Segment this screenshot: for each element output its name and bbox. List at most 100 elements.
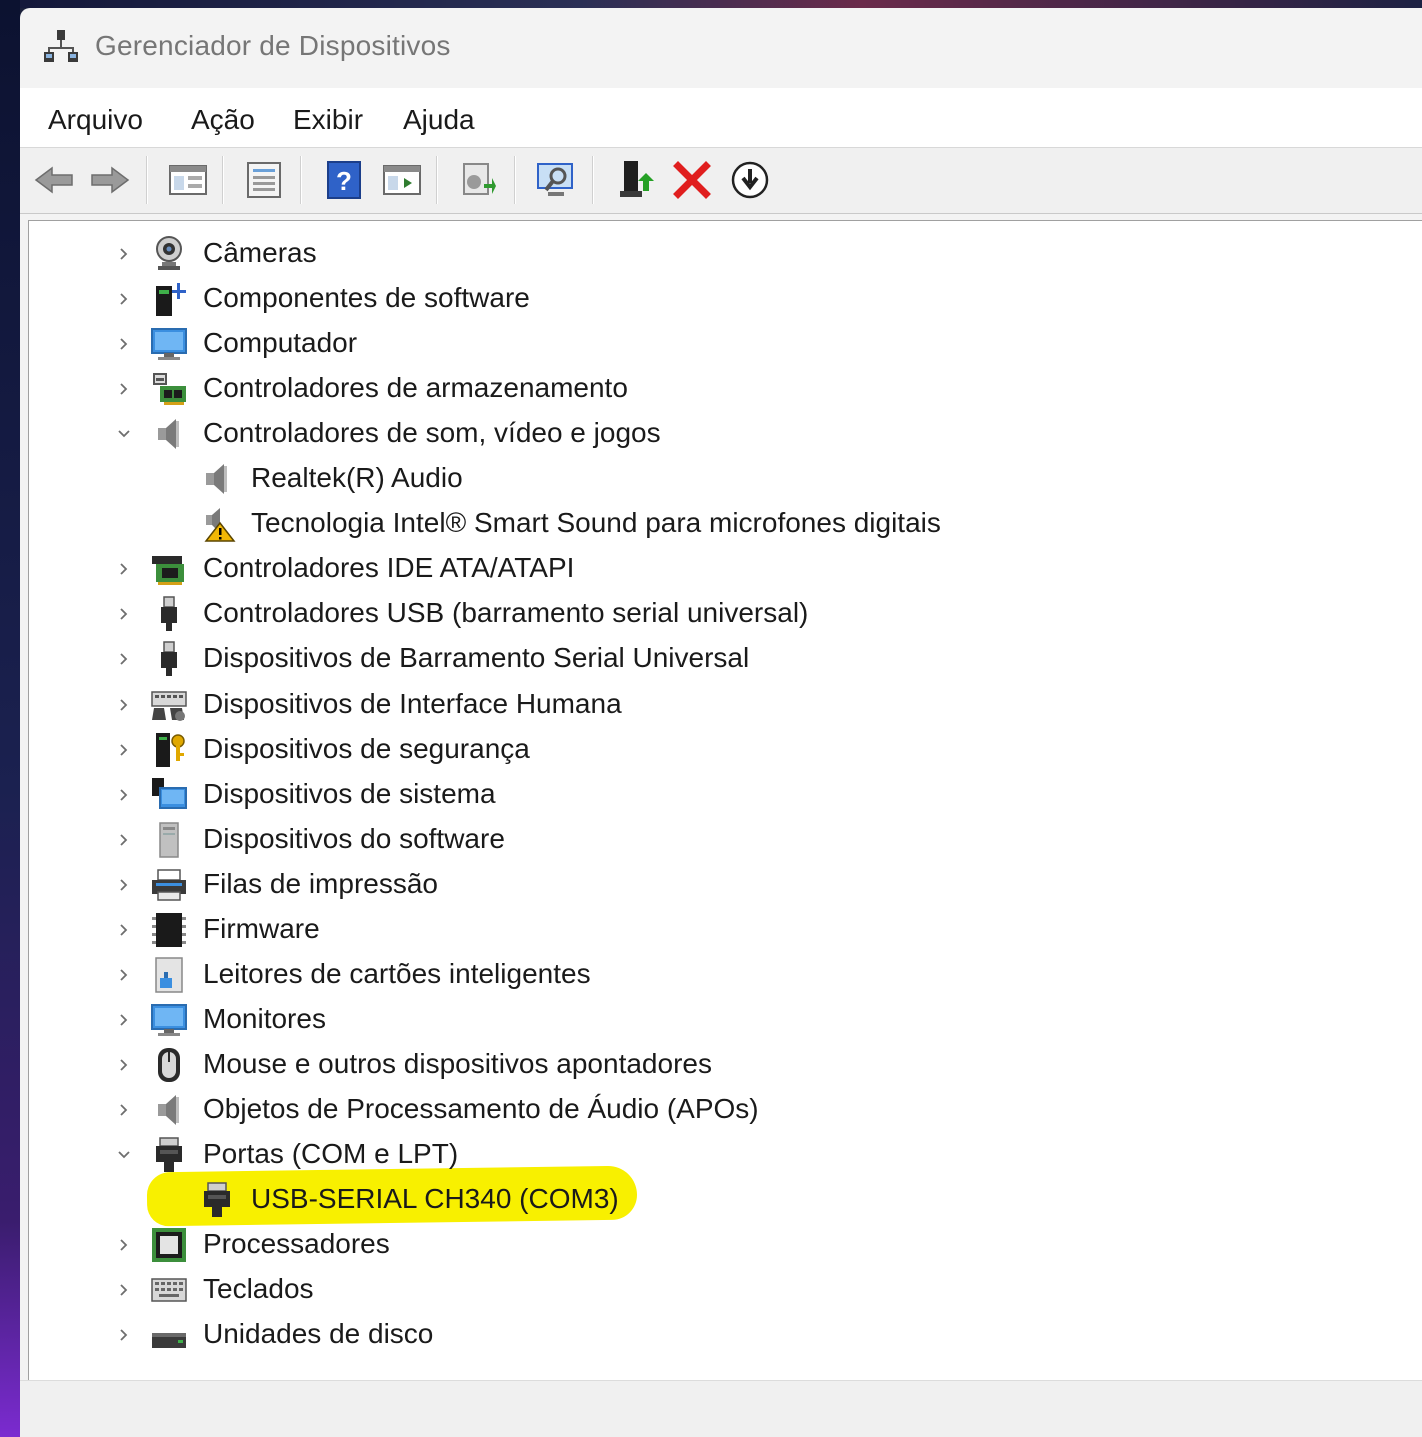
menu-arquivo[interactable]: Arquivo <box>42 102 149 138</box>
title-bar[interactable]: Gerenciador de Dispositivos <box>20 8 1422 86</box>
tree-item-label: USB-SERIAL CH340 (COM3) <box>251 1183 619 1214</box>
chevron-right-icon[interactable] <box>114 1280 134 1300</box>
tree-item-label: Controladores USB (barramento serial uni… <box>203 597 809 628</box>
view-panel-icon[interactable] <box>380 158 424 202</box>
tree-category-item[interactable]: Dispositivos do software <box>29 818 1409 862</box>
window-title: Gerenciador de Dispositivos <box>95 30 451 61</box>
chevron-right-icon[interactable] <box>114 1235 134 1255</box>
monitor-icon <box>150 325 188 363</box>
back-arrow-icon[interactable] <box>32 158 76 202</box>
tree-item-label: Controladores de armazenamento <box>203 372 628 403</box>
properties-sheet-icon[interactable] <box>242 158 286 202</box>
tree-device-item[interactable]: Realtek(R) Audio <box>29 457 1409 501</box>
tree-device-item[interactable]: Tecnologia Intel® Smart Sound para micro… <box>29 502 1409 546</box>
storage-controller-icon <box>150 370 188 408</box>
update-driver-icon[interactable] <box>456 158 500 202</box>
tree-category-item[interactable]: Filas de impressão <box>29 863 1409 907</box>
tree-category-item[interactable]: Dispositivos de sistema <box>29 773 1409 817</box>
chevron-right-icon[interactable] <box>114 740 134 760</box>
tree-category-item[interactable]: Leitores de cartões inteligentes <box>29 953 1409 997</box>
speaker-warning-icon <box>198 505 236 543</box>
chevron-right-icon[interactable] <box>114 334 134 354</box>
chevron-right-icon[interactable] <box>114 649 134 669</box>
port-connector-icon <box>150 1136 188 1174</box>
status-bar <box>20 1380 1422 1437</box>
speaker-icon <box>150 415 188 453</box>
usb-plug-icon <box>150 595 188 633</box>
chevron-right-icon[interactable] <box>114 875 134 895</box>
tree-category-item[interactable]: Controladores USB (barramento serial uni… <box>29 592 1409 636</box>
chevron-right-icon[interactable] <box>114 785 134 805</box>
tree-category-item[interactable]: Dispositivos de Barramento Serial Univer… <box>29 637 1409 681</box>
speaker-icon <box>150 1091 188 1129</box>
chevron-right-icon[interactable] <box>114 1010 134 1030</box>
tree-item-label: Dispositivos do software <box>203 823 505 854</box>
tree-category-item[interactable]: Firmware <box>29 908 1409 952</box>
chevron-right-icon[interactable] <box>114 604 134 624</box>
toolbar: ? <box>20 148 1422 214</box>
tree-category-item[interactable]: Dispositivos de Interface Humana <box>29 683 1409 727</box>
tree-item-label: Controladores de som, vídeo e jogos <box>203 417 661 448</box>
tree-category-item[interactable]: Mouse e outros dispositivos apontadores <box>29 1043 1409 1087</box>
tree-item-label: Portas (COM e LPT) <box>203 1138 459 1169</box>
tree-item-label: Controladores IDE ATA/ATAPI <box>203 552 575 583</box>
chevron-right-icon[interactable] <box>114 1325 134 1345</box>
chevron-right-icon[interactable] <box>114 289 134 309</box>
chevron-right-icon[interactable] <box>114 559 134 579</box>
chevron-right-icon[interactable] <box>114 1055 134 1075</box>
desktop-edge-top <box>20 0 1422 8</box>
chevron-down-icon[interactable] <box>114 1145 134 1165</box>
tree-category-item[interactable]: Computador <box>29 322 1409 366</box>
tree-category-item[interactable]: Unidades de disco <box>29 1313 1409 1357</box>
tree-category-item[interactable]: Dispositivos de segurança <box>29 728 1409 772</box>
menu-ajuda[interactable]: Ajuda <box>397 102 481 138</box>
tree-item-label: Mouse e outros dispositivos apontadores <box>203 1048 712 1079</box>
tree-category-item[interactable]: Objetos de Processamento de Áudio (APOs) <box>29 1088 1409 1132</box>
tree-item-label: Monitores <box>203 1003 326 1034</box>
tree-category-item[interactable]: Teclados <box>29 1268 1409 1312</box>
tree-device-item[interactable]: USB-SERIAL CH340 (COM3) <box>29 1178 1409 1222</box>
tree-category-item[interactable]: Monitores <box>29 998 1409 1042</box>
tree-item-label: Dispositivos de segurança <box>203 733 530 764</box>
tree-item-label: Dispositivos de Barramento Serial Univer… <box>203 642 750 673</box>
chevron-right-icon[interactable] <box>114 965 134 985</box>
security-key-icon <box>150 731 188 769</box>
tree-item-label: Firmware <box>203 913 320 944</box>
tree-item-label: Objetos de Processamento de Áudio (APOs) <box>203 1093 759 1124</box>
scan-hardware-icon[interactable] <box>534 158 578 202</box>
port-connector-icon <box>198 1181 236 1219</box>
chevron-right-icon[interactable] <box>114 920 134 940</box>
chevron-right-icon[interactable] <box>114 830 134 850</box>
tree-item-label: Leitores de cartões inteligentes <box>203 958 591 989</box>
chevron-right-icon[interactable] <box>114 1100 134 1120</box>
tree-category-item[interactable]: Portas (COM e LPT) <box>29 1133 1409 1177</box>
menu-exibir[interactable]: Exibir <box>287 102 369 138</box>
enable-device-icon[interactable] <box>614 158 658 202</box>
uninstall-x-icon[interactable] <box>670 158 714 202</box>
desktop-edge-left <box>0 0 20 1437</box>
tree-category-item[interactable]: Processadores <box>29 1223 1409 1267</box>
camera-icon <box>150 235 188 273</box>
chevron-down-icon[interactable] <box>114 424 134 444</box>
tree-category-item[interactable]: Controladores de armazenamento <box>29 367 1409 411</box>
help-icon[interactable]: ? <box>322 158 366 202</box>
chevron-right-icon[interactable] <box>114 244 134 264</box>
tree-category-item[interactable]: Câmeras <box>29 232 1409 276</box>
disk-drive-icon <box>150 1316 188 1354</box>
tree-category-item[interactable]: Componentes de software <box>29 277 1409 321</box>
download-icon[interactable] <box>728 158 772 202</box>
chevron-right-icon[interactable] <box>114 379 134 399</box>
forward-arrow-icon[interactable] <box>88 158 132 202</box>
properties-grid-icon[interactable] <box>166 158 210 202</box>
speaker-icon <box>198 460 236 498</box>
chevron-right-icon[interactable] <box>114 695 134 715</box>
tree-category-item[interactable]: Controladores de som, vídeo e jogos <box>29 412 1409 456</box>
menu-acao[interactable]: Ação <box>185 102 261 138</box>
software-component-icon <box>150 280 188 318</box>
tree-item-label: Processadores <box>203 1228 390 1259</box>
monitor-icon <box>150 1001 188 1039</box>
tree-category-item[interactable]: Controladores IDE ATA/ATAPI <box>29 547 1409 591</box>
device-manager-icon <box>44 30 78 62</box>
smart-card-reader-icon <box>150 956 188 994</box>
processor-icon <box>150 1226 188 1264</box>
